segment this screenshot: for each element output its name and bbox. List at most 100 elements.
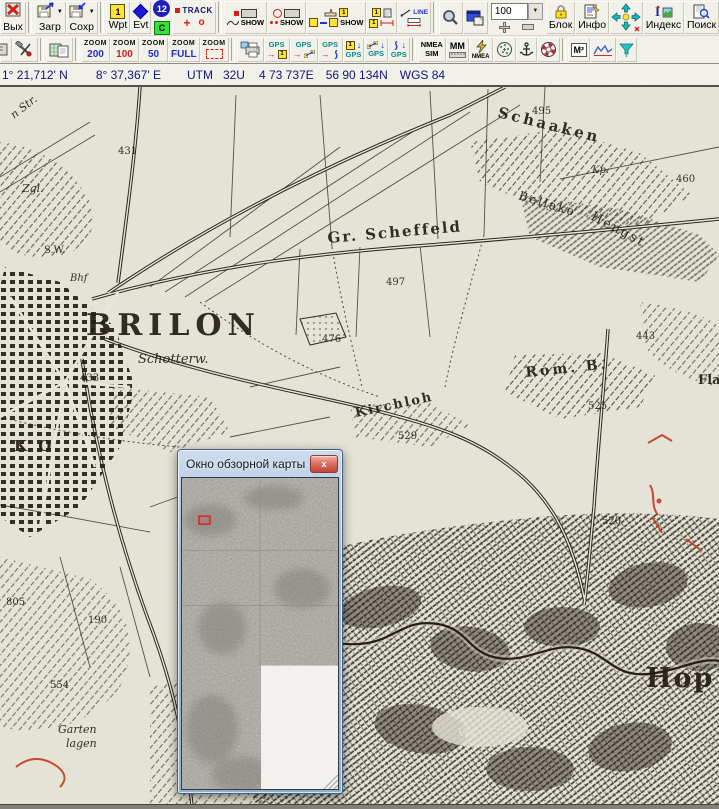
zoom-tool-button[interactable] xyxy=(439,1,463,34)
longitude-readout: 8° 37,367' E xyxy=(96,68,161,82)
show-events-button[interactable]: SHOW xyxy=(267,1,306,34)
utm-northing: 56 90 134N xyxy=(326,68,388,82)
toolbar-row-2: ZOOM 200 ZOOM 100 ZOOM 50 ZOOM FULL ZOOM… xyxy=(0,36,719,64)
exit-label: Вых xyxy=(3,22,23,33)
event-button[interactable]: Evt xyxy=(130,1,151,34)
route-icon xyxy=(367,41,378,49)
info-button[interactable]: Инфо xyxy=(575,1,609,34)
gps-download-tracks-button[interactable]: ↓ GPS xyxy=(388,37,410,62)
zoom-window-button[interactable]: ZOOM xyxy=(200,37,229,62)
scale-combobox[interactable]: 100 xyxy=(491,3,528,20)
event-swatch-icon xyxy=(273,9,282,18)
waypoint-names-button[interactable]: 1 1 xyxy=(366,1,397,34)
zoom-full-button[interactable]: ZOOM FULL xyxy=(168,37,200,62)
map-label: Fla xyxy=(698,373,719,388)
load-button[interactable]: ▼ Загр xyxy=(34,1,66,34)
waypoint-button[interactable]: 1 Wpt xyxy=(106,1,131,34)
track-swatch-icon xyxy=(234,11,239,16)
zoom-word: ZOOM xyxy=(142,40,165,48)
track-plus[interactable]: + xyxy=(184,16,191,30)
map-settings-icon xyxy=(0,42,12,58)
map-label: 554 xyxy=(50,680,69,691)
separator xyxy=(562,38,566,61)
pan-arrows-control[interactable] xyxy=(609,1,643,34)
track-wave-icon xyxy=(227,19,239,27)
zoom-word: ZOOM xyxy=(113,40,136,48)
gps-upload-routes-button[interactable]: GPS → xyxy=(290,37,318,62)
measure-mm-button[interactable]: MM xyxy=(446,37,469,62)
nmea-monitor-button[interactable]: NMEA xyxy=(469,37,493,62)
index-icon: I xyxy=(654,4,673,19)
show-waypoints-button[interactable]: 1 SHOW xyxy=(306,1,366,34)
track-color-icon xyxy=(175,8,180,13)
lock-icon xyxy=(553,4,569,19)
lock-button[interactable]: Блок xyxy=(546,1,575,34)
index-button[interactable]: I Индекс xyxy=(643,1,684,34)
red-arrow-icon: → xyxy=(321,50,330,58)
zoom-word: ZOOM xyxy=(203,40,226,48)
save-button[interactable]: ▼ Сохр xyxy=(66,1,98,34)
hand-icon xyxy=(324,8,337,17)
gps-download-waypoints-button[interactable]: 1↓ GPS xyxy=(343,37,365,62)
map-label: Zgl. xyxy=(21,182,44,195)
exit-button[interactable]: Вых xyxy=(0,1,26,34)
datum-label: WGS 84 xyxy=(400,68,445,82)
line-tool-button[interactable]: LINE xyxy=(397,1,431,34)
show-tracks-button[interactable]: SHOW xyxy=(224,1,267,34)
zoom-200-button[interactable]: ZOOM 200 xyxy=(81,37,110,62)
map-windows-button[interactable] xyxy=(463,1,488,34)
gps-word: GPS xyxy=(296,41,312,49)
show-tracks-label: SHOW xyxy=(241,19,264,27)
gps-upload-tracks-button[interactable]: GPS → xyxy=(318,37,343,62)
dropdown-arrow-icon[interactable]: ▼ xyxy=(57,9,63,15)
overview-map-window[interactable]: Окно обзорной карты x xyxy=(177,449,343,794)
map-label: BRILON xyxy=(86,308,261,343)
event-icon xyxy=(133,4,149,20)
zoom-100-button[interactable]: ZOOM 100 xyxy=(110,37,139,62)
map-notes-button[interactable] xyxy=(46,37,73,62)
comment-icon: C xyxy=(154,21,170,35)
satellite-view-button[interactable] xyxy=(493,37,516,62)
map-label: Schotterw. xyxy=(138,352,208,367)
track-squiggle-icon xyxy=(332,50,340,59)
profile-chart-button[interactable] xyxy=(590,37,616,62)
map-label: lagen xyxy=(66,737,97,750)
point-icon xyxy=(275,21,278,24)
nmea-simulation-button[interactable]: NMEA SIM xyxy=(418,37,446,62)
map-label: 460 xyxy=(676,174,695,185)
print-map-button[interactable] xyxy=(237,37,264,62)
search-button[interactable]: Поиск xyxy=(684,1,719,34)
overview-map-content[interactable] xyxy=(181,477,339,790)
gps-download-routes-button[interactable]: ↓ GPS xyxy=(364,37,388,62)
scanned-map-image: n Str.431Zgl.Schaaken495Kp.460BellakeHen… xyxy=(0,87,719,805)
zoom-50-button[interactable]: ZOOM 50 xyxy=(139,37,168,62)
info-label: Инфо xyxy=(578,20,606,31)
map-settings-button[interactable] xyxy=(0,37,12,62)
overview-window-titlebar[interactable]: Окно обзорной карты x xyxy=(178,450,342,476)
magnifier-icon xyxy=(442,9,460,26)
close-button[interactable]: x xyxy=(310,455,338,473)
gps-upload-waypoints-button[interactable]: GPS →1 xyxy=(264,37,290,62)
viewport-marker[interactable] xyxy=(199,516,210,524)
zoom-out-button[interactable] xyxy=(522,24,534,30)
tools-button[interactable] xyxy=(12,37,38,62)
route-leg-icon xyxy=(320,22,327,24)
anchor-button[interactable] xyxy=(516,37,537,62)
route-node-icon xyxy=(329,18,338,27)
track-label: TRACK xyxy=(182,6,213,15)
dropdown-arrow-icon[interactable]: ▼ xyxy=(89,9,95,15)
info-icon xyxy=(584,4,601,19)
area-measure-button[interactable]: M² xyxy=(568,37,591,62)
profile-chart-icon xyxy=(593,43,613,57)
track-control-button[interactable]: TRACK + o xyxy=(172,1,215,34)
track-circle[interactable]: o xyxy=(199,17,205,28)
waypoint-number-button[interactable]: 12 xyxy=(153,0,170,17)
filter-button[interactable] xyxy=(616,37,637,62)
mm-label: MM xyxy=(450,42,465,51)
lifebuoy-button[interactable] xyxy=(537,37,560,62)
scale-dropdown-button[interactable]: ▼ xyxy=(528,3,543,20)
comment-button[interactable]: C xyxy=(154,21,170,35)
map-label: 529 xyxy=(398,431,417,442)
map-canvas[interactable]: n Str.431Zgl.Schaaken495Kp.460BellakeHen… xyxy=(0,87,719,805)
zoom-in-button[interactable] xyxy=(499,22,510,33)
